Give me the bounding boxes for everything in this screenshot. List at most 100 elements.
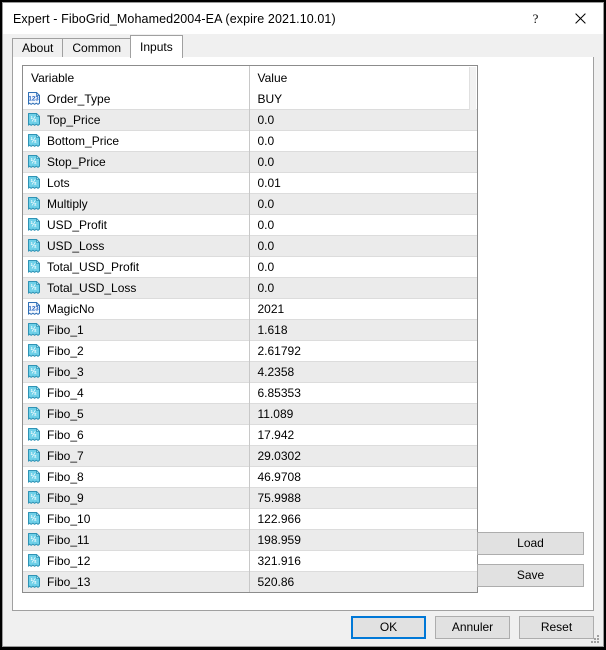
table-row[interactable]: 123MagicNo2021 — [23, 299, 477, 320]
table-row[interactable]: ½Total_USD_Loss0.0 — [23, 278, 477, 299]
cell-variable: ½Fibo_14 — [23, 593, 249, 594]
table-row[interactable]: ½Fibo_14842.751 — [23, 593, 477, 594]
close-button[interactable] — [558, 3, 603, 34]
svg-text:½: ½ — [31, 429, 37, 438]
table-row[interactable]: ½Fibo_11.618 — [23, 320, 477, 341]
table-row[interactable]: ½Fibo_511.089 — [23, 404, 477, 425]
title-bar: Expert - FiboGrid_Mohamed2004-EA (expire… — [3, 3, 603, 34]
table-row[interactable]: ½Lots0.01 — [23, 173, 477, 194]
cell-value[interactable]: 520.86 — [249, 572, 477, 593]
table-row[interactable]: ½USD_Loss0.0 — [23, 236, 477, 257]
cell-value[interactable]: 29.0302 — [249, 446, 477, 467]
table-scrollbar[interactable] — [469, 67, 476, 110]
cell-value[interactable]: 0.0 — [249, 278, 477, 299]
variable-name: Total_USD_Profit — [47, 260, 139, 274]
table-row[interactable]: ½Fibo_46.85353 — [23, 383, 477, 404]
tab-inputs[interactable]: Inputs — [130, 35, 183, 58]
table-row[interactable]: ½Stop_Price0.0 — [23, 152, 477, 173]
cell-variable: ½Fibo_4 — [23, 383, 249, 404]
svg-text:123: 123 — [28, 305, 39, 312]
cell-variable: ½Total_USD_Loss — [23, 278, 249, 299]
variable-name: Fibo_9 — [47, 491, 84, 505]
cell-value[interactable]: 0.01 — [249, 173, 477, 194]
cell-value[interactable]: 6.85353 — [249, 383, 477, 404]
inputs-table-container[interactable]: Variable Value 123Order_TypeBUY ½ Top_Pric… — [22, 65, 478, 593]
cell-variable: ½Fibo_3 — [23, 362, 249, 383]
tab-common[interactable]: Common — [62, 38, 131, 57]
column-header-variable[interactable]: Variable — [23, 66, 249, 89]
table-row[interactable]: ½Fibo_34.2358 — [23, 362, 477, 383]
cell-value[interactable]: 11.089 — [249, 404, 477, 425]
variable-name: Top_Price — [47, 113, 100, 127]
cell-value[interactable]: 0.0 — [249, 257, 477, 278]
table-row[interactable]: ½Fibo_10122.966 — [23, 509, 477, 530]
load-button[interactable]: Load — [477, 532, 584, 555]
variable-name: Fibo_6 — [47, 428, 84, 442]
svg-text:½: ½ — [31, 177, 37, 186]
cancel-button[interactable]: Annuler — [435, 616, 510, 639]
help-button[interactable]: ? — [513, 3, 558, 34]
cell-value[interactable]: 2021 — [249, 299, 477, 320]
table-row[interactable]: ½Fibo_13520.86 — [23, 572, 477, 593]
table-row[interactable]: ½Bottom_Price0.0 — [23, 131, 477, 152]
int-variable-icon: 123 — [27, 92, 41, 106]
cell-value[interactable]: 46.9708 — [249, 467, 477, 488]
table-row[interactable]: ½Multiply0.0 — [23, 194, 477, 215]
cell-value[interactable]: 0.0 — [249, 236, 477, 257]
table-row[interactable]: ½ Fibo_12 321.916 — [23, 551, 477, 572]
svg-text:½: ½ — [31, 135, 37, 144]
double-variable-icon: ½ — [27, 470, 41, 484]
variable-name: Fibo_13 — [47, 575, 90, 589]
cell-variable: ½Fibo_11 — [23, 530, 249, 551]
table-row[interactable]: ½USD_Profit0.0 — [23, 215, 477, 236]
column-header-value[interactable]: Value — [249, 66, 477, 89]
reset-button[interactable]: Reset — [519, 616, 594, 639]
cell-variable: ½USD_Loss — [23, 236, 249, 257]
svg-text:½: ½ — [31, 240, 37, 249]
table-row[interactable]: ½ Total_USD_Profit 0.0 — [23, 257, 477, 278]
cell-value[interactable]: BUY — [249, 89, 477, 110]
table-row[interactable]: ½Fibo_22.61792 — [23, 341, 477, 362]
cell-variable: ½Fibo_8 — [23, 467, 249, 488]
cell-value[interactable]: 122.966 — [249, 509, 477, 530]
table-row[interactable]: ½Top_Price0.0 — [23, 110, 477, 131]
ok-button[interactable]: OK — [351, 616, 426, 639]
cell-value[interactable]: 842.751 — [249, 593, 477, 594]
double-variable-icon: ½ — [27, 218, 41, 232]
table-row[interactable]: ½Fibo_11198.959 — [23, 530, 477, 551]
double-variable-icon: ½ — [27, 407, 41, 421]
save-button[interactable]: Save — [477, 564, 584, 587]
cell-value[interactable]: 321.916 — [249, 551, 477, 572]
dialog-action-buttons: OK Annuler Reset — [351, 616, 594, 639]
resize-grip-icon[interactable] — [588, 632, 600, 644]
table-row[interactable]: ½Fibo_846.9708 — [23, 467, 477, 488]
cell-value[interactable]: 0.0 — [249, 194, 477, 215]
cell-value[interactable]: 198.959 — [249, 530, 477, 551]
table-row[interactable]: ½Fibo_729.0302 — [23, 446, 477, 467]
window-title: Expert - FiboGrid_Mohamed2004-EA (expire… — [13, 12, 336, 26]
cell-value[interactable]: 2.61792 — [249, 341, 477, 362]
table-row[interactable]: 123Order_TypeBUY — [23, 89, 477, 110]
tab-about[interactable]: About — [12, 38, 63, 57]
cell-value[interactable]: 0.0 — [249, 215, 477, 236]
cell-value[interactable]: 0.0 — [249, 152, 477, 173]
double-variable-icon: ½ — [27, 512, 41, 526]
cell-value[interactable]: 17.942 — [249, 425, 477, 446]
table-row[interactable]: ½ Fibo_6 17.942 — [23, 425, 477, 446]
cell-value[interactable]: 0.0 — [249, 131, 477, 152]
double-variable-icon: ½ — [27, 239, 41, 253]
variable-name: Fibo_12 — [47, 554, 90, 568]
table-row[interactable]: ½Fibo_975.9988 — [23, 488, 477, 509]
cell-value[interactable]: 0.0 — [249, 110, 477, 131]
inputs-table-body: 123Order_TypeBUY½Top_Price0.0½Bottom_Pri… — [23, 89, 477, 593]
cell-value[interactable]: 1.618 — [249, 320, 477, 341]
double-variable-icon: ½ — [27, 428, 41, 442]
svg-text:½: ½ — [31, 555, 37, 564]
double-variable-icon: ½ — [27, 260, 41, 274]
window-controls: ? — [513, 3, 603, 34]
svg-text:½: ½ — [31, 387, 37, 396]
svg-text:½: ½ — [31, 513, 37, 522]
cell-value[interactable]: 4.2358 — [249, 362, 477, 383]
cell-value[interactable]: 75.9988 — [249, 488, 477, 509]
svg-text:½: ½ — [31, 345, 37, 354]
